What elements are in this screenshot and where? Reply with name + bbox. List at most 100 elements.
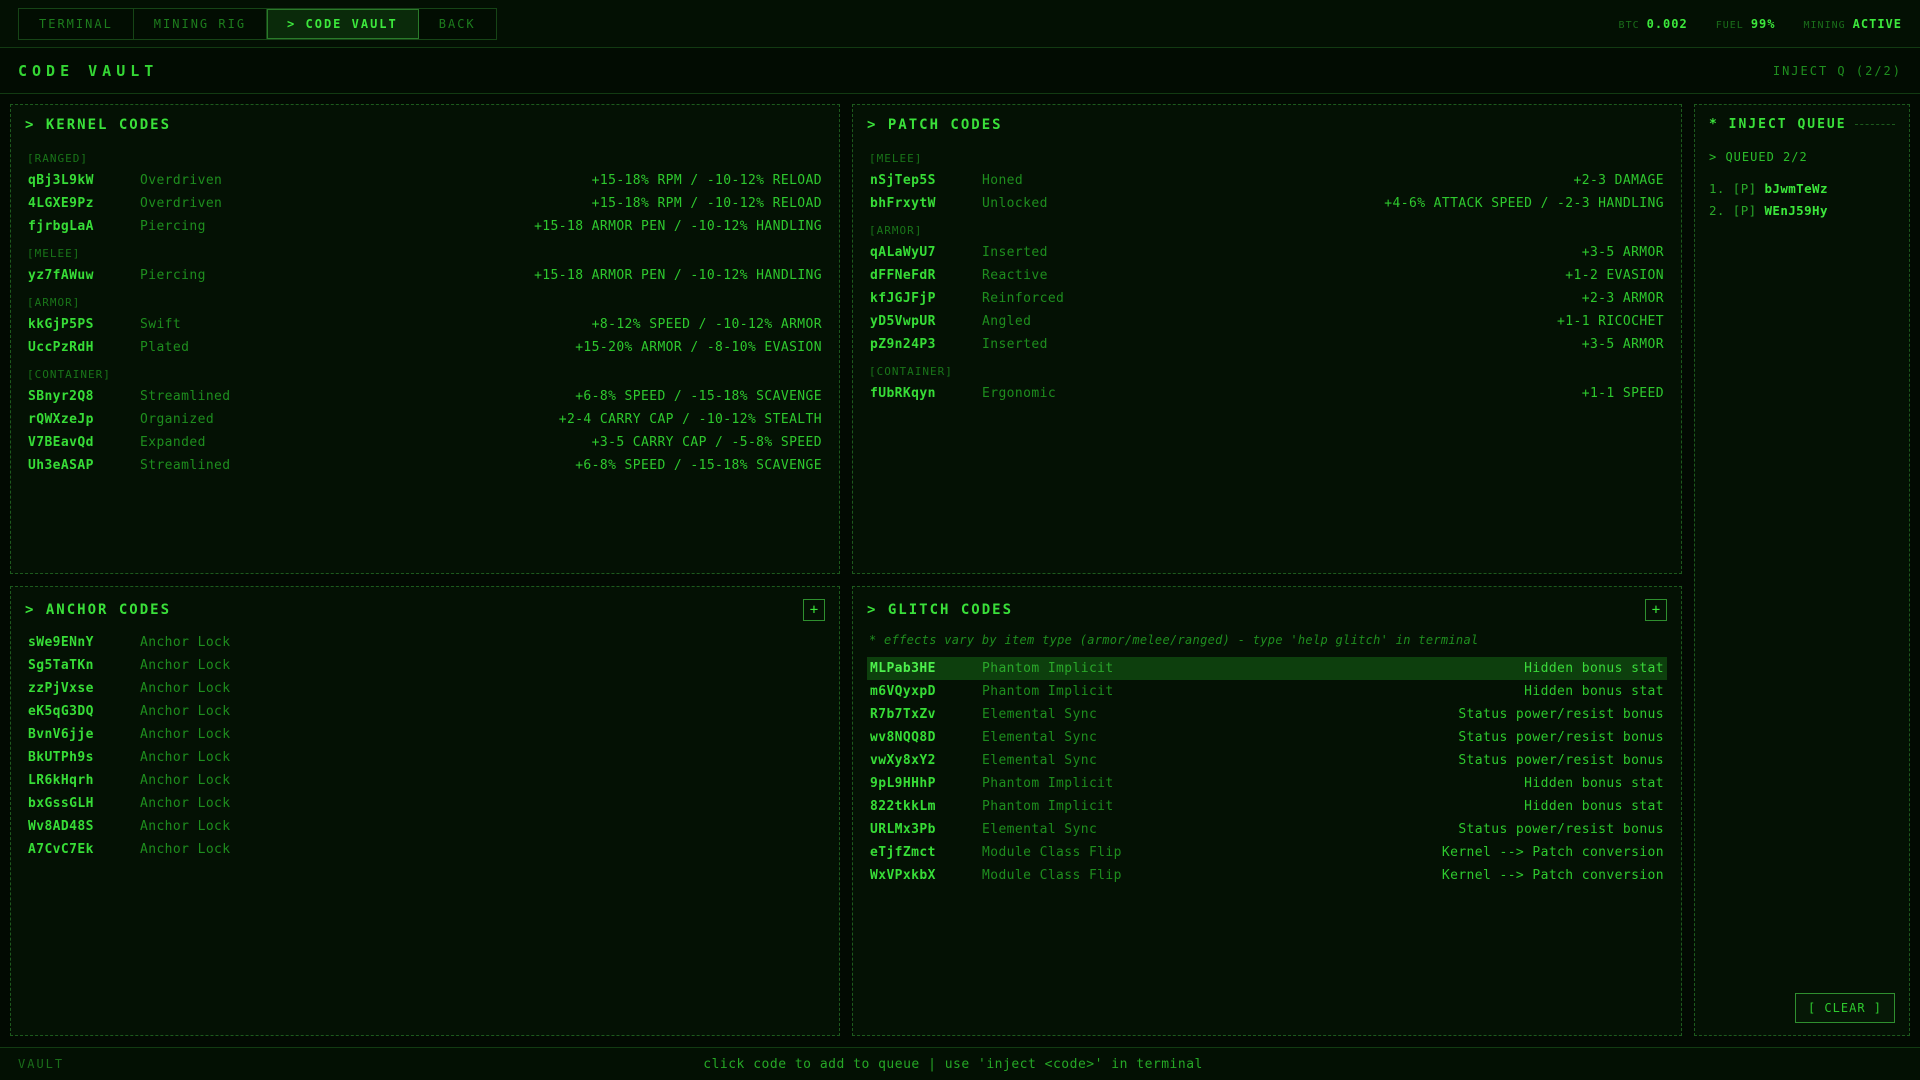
add-anchor-button[interactable]: + (803, 599, 825, 621)
code-effect: Hidden bonus stat (1524, 776, 1664, 791)
code-effect: +1-1 SPEED (1582, 386, 1664, 401)
code-row[interactable]: MLPab3HEPhantom ImplicitHidden bonus sta… (867, 657, 1667, 680)
code-row[interactable]: sWe9ENnYAnchor Lock (25, 631, 825, 654)
code-row[interactable]: BvnV6jjeAnchor Lock (25, 723, 825, 746)
code-row[interactable]: UccPzRdHPlated+15-20% ARMOR / -8-10% EVA… (25, 336, 825, 359)
kernel-codes-header: > KERNEL CODES (25, 117, 825, 133)
code-row[interactable]: A7CvC7EkAnchor Lock (25, 838, 825, 861)
code-row[interactable]: nSjTep5SHoned+2-3 DAMAGE (867, 169, 1667, 192)
code-name: Anchor Lock (140, 704, 822, 719)
code-row[interactable]: yz7fAWuwPiercing+15-18 ARMOR PEN / -10-1… (25, 264, 825, 287)
glitch-codes-header: > GLITCH CODES + (867, 599, 1667, 621)
code-row[interactable]: eTjfZmctModule Class FlipKernel --> Patc… (867, 841, 1667, 864)
code-row[interactable]: 4LGXE9PzOverdriven+15-18% RPM / -10-12% … (25, 192, 825, 215)
code-row[interactable]: WxVPxkbXModule Class FlipKernel --> Patc… (867, 864, 1667, 887)
code-row[interactable]: Wv8AD48SAnchor Lock (25, 815, 825, 838)
code-name: Angled (982, 314, 1557, 329)
code-row[interactable]: Sg5TaTKnAnchor Lock (25, 654, 825, 677)
code-row[interactable]: pZ9n24P3Inserted+3-5 ARMOR (867, 333, 1667, 356)
page-title: CODE VAULT (18, 62, 158, 80)
code-id: zzPjVxse (28, 681, 140, 696)
queue-item-code: bJwmTeWz (1764, 181, 1827, 196)
code-row[interactable]: m6VQyxpDPhantom ImplicitHidden bonus sta… (867, 680, 1667, 703)
main-grid: > KERNEL CODES [RANGED]qBj3L9kWOverdrive… (0, 94, 1920, 1047)
code-name: Module Class Flip (982, 868, 1442, 883)
code-name: Anchor Lock (140, 635, 822, 650)
code-row[interactable]: Uh3eASAPStreamlined+6-8% SPEED / -15-18%… (25, 454, 825, 477)
code-id: rQWXzeJp (28, 412, 140, 427)
code-effect: +6-8% SPEED / -15-18% SCAVENGE (575, 458, 822, 473)
code-row[interactable]: URLMx3PbElemental SyncStatus power/resis… (867, 818, 1667, 841)
kernel-codes-panel: > KERNEL CODES [RANGED]qBj3L9kWOverdrive… (10, 104, 840, 574)
code-row[interactable]: yD5VwpURAngled+1-1 RICOCHET (867, 310, 1667, 333)
code-row[interactable]: kkGjP5PSSwift+8-12% SPEED / -10-12% ARMO… (25, 313, 825, 336)
code-name: Anchor Lock (140, 773, 822, 788)
code-name: Anchor Lock (140, 796, 822, 811)
code-name: Phantom Implicit (982, 684, 1524, 699)
anchor-codes-panel: > ANCHOR CODES + sWe9ENnYAnchor LockSg5T… (10, 586, 840, 1036)
tab-terminal[interactable]: TERMINAL (19, 9, 134, 39)
code-row[interactable]: V7BEavQdExpanded+3-5 CARRY CAP / -5-8% S… (25, 431, 825, 454)
tab-back[interactable]: BACK (419, 9, 496, 39)
code-effect: +4-6% ATTACK SPEED / -2-3 HANDLING (1384, 196, 1664, 211)
page-header: CODE VAULT INJECT Q (2/2) (0, 48, 1920, 94)
code-name: Inserted (982, 337, 1582, 352)
code-row[interactable]: vwXy8xY2Elemental SyncStatus power/resis… (867, 749, 1667, 772)
queue-item-code: WEnJ59Hy (1764, 203, 1827, 218)
code-effect: +1-2 EVASION (1565, 268, 1664, 283)
code-row[interactable]: qALaWyU7Inserted+3-5 ARMOR (867, 241, 1667, 264)
code-id: bxGssGLH (28, 796, 140, 811)
code-row[interactable]: BkUTPh9sAnchor Lock (25, 746, 825, 769)
code-row[interactable]: wv8NQQ8DElemental SyncStatus power/resis… (867, 726, 1667, 749)
queue-item[interactable]: 2. [P] WEnJ59Hy (1709, 203, 1895, 218)
code-row[interactable]: fUbRKqynErgonomic+1-1 SPEED (867, 382, 1667, 405)
code-row[interactable]: zzPjVxseAnchor Lock (25, 677, 825, 700)
queue-count-label: > QUEUED 2/2 (1709, 150, 1895, 164)
code-id: yz7fAWuw (28, 268, 140, 283)
footer-label: VAULT (18, 1057, 64, 1071)
stat-value: 99% (1751, 17, 1776, 31)
code-row[interactable]: bxGssGLHAnchor Lock (25, 792, 825, 815)
code-effect: Kernel --> Patch conversion (1442, 868, 1664, 883)
code-effect: Hidden bonus stat (1524, 799, 1664, 814)
app-root: TERMINALMINING RIG> CODE VAULTBACK BTC0.… (0, 0, 1920, 1080)
code-row[interactable]: fjrbgLaAPiercing+15-18 ARMOR PEN / -10-1… (25, 215, 825, 238)
stat-label: FUEL (1716, 20, 1744, 31)
code-row[interactable]: 822tkkLmPhantom ImplicitHidden bonus sta… (867, 795, 1667, 818)
code-name: Overdriven (140, 196, 592, 211)
code-row[interactable]: eK5qG3DQAnchor Lock (25, 700, 825, 723)
tab-code-vault[interactable]: > CODE VAULT (267, 9, 419, 39)
kernel-codes-title: > KERNEL CODES (25, 117, 171, 133)
code-name: Streamlined (140, 389, 575, 404)
code-id: bhFrxytW (870, 196, 982, 211)
queue-item[interactable]: 1. [P] bJwmTeWz (1709, 181, 1895, 196)
code-row[interactable]: kfJGJFjPReinforced+2-3 ARMOR (867, 287, 1667, 310)
code-row[interactable]: LR6kHqrhAnchor Lock (25, 769, 825, 792)
code-id: nSjTep5S (870, 173, 982, 188)
code-id: kkGjP5PS (28, 317, 140, 332)
code-id: BvnV6jje (28, 727, 140, 742)
tab-mining-rig[interactable]: MINING RIG (134, 9, 267, 39)
clear-queue-button[interactable]: [ CLEAR ] (1795, 993, 1895, 1023)
code-id: qALaWyU7 (870, 245, 982, 260)
code-row[interactable]: bhFrxytWUnlocked+4-6% ATTACK SPEED / -2-… (867, 192, 1667, 215)
code-name: Elemental Sync (982, 730, 1458, 745)
code-id: LR6kHqrh (28, 773, 140, 788)
add-glitch-button[interactable]: + (1645, 599, 1667, 621)
code-name: Elemental Sync (982, 753, 1458, 768)
code-row[interactable]: 9pL9HHhPPhantom ImplicitHidden bonus sta… (867, 772, 1667, 795)
code-effect: +15-20% ARMOR / -8-10% EVASION (575, 340, 822, 355)
code-id: qBj3L9kW (28, 173, 140, 188)
code-row[interactable]: R7b7TxZvElemental SyncStatus power/resis… (867, 703, 1667, 726)
code-row[interactable]: SBnyr2Q8Streamlined+6-8% SPEED / -15-18%… (25, 385, 825, 408)
code-name: Module Class Flip (982, 845, 1442, 860)
code-id: wv8NQQ8D (870, 730, 982, 745)
stat-label: MINING (1804, 20, 1846, 31)
code-row[interactable]: qBj3L9kWOverdriven+15-18% RPM / -10-12% … (25, 169, 825, 192)
code-row[interactable]: rQWXzeJpOrganized+2-4 CARRY CAP / -10-12… (25, 408, 825, 431)
code-name: Anchor Lock (140, 750, 822, 765)
code-effect: +15-18% RPM / -10-12% RELOAD (592, 173, 822, 188)
code-id: WxVPxkbX (870, 868, 982, 883)
code-id: dFFNeFdR (870, 268, 982, 283)
code-row[interactable]: dFFNeFdRReactive+1-2 EVASION (867, 264, 1667, 287)
